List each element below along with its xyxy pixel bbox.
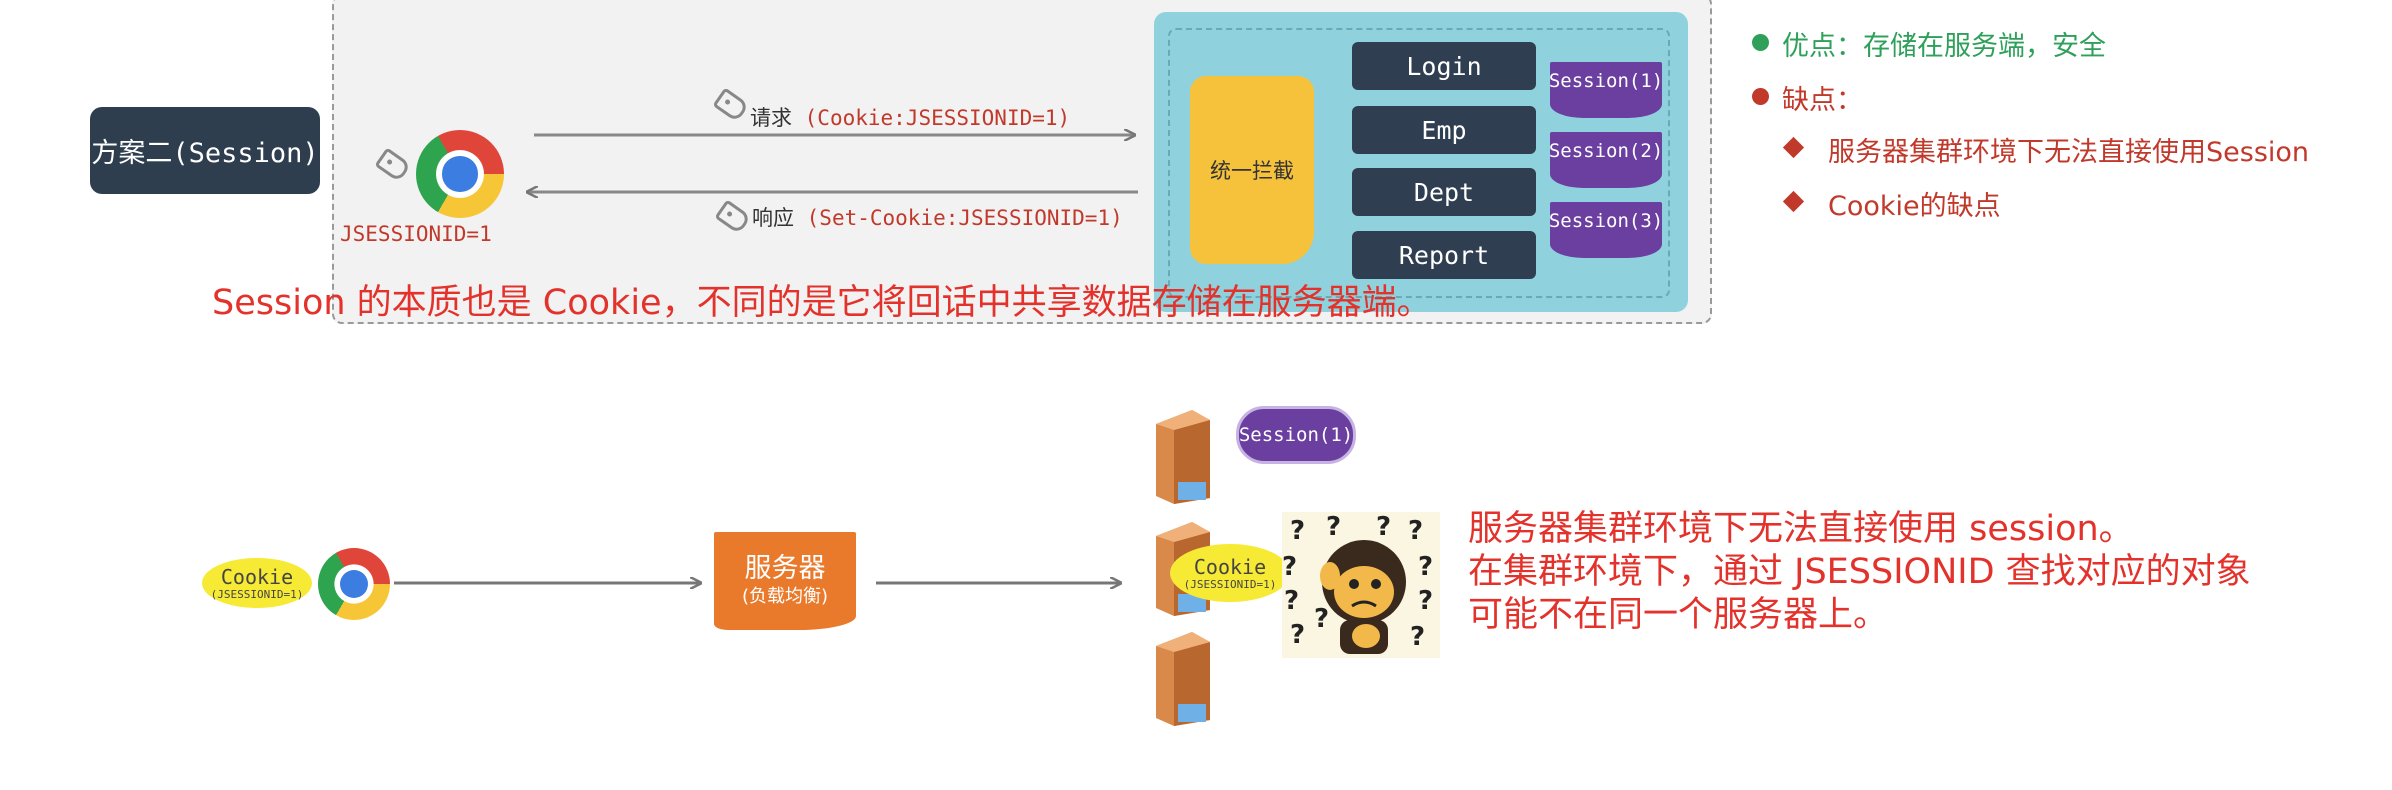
session-store-1: Session(1) [1549,62,1663,118]
service-emp: Emp [1352,106,1536,154]
question-mark: ? [1410,622,1426,652]
cluster-note: 服务器集群环境下无法直接使用 session。 在集群环境下，通过 JSESSI… [1468,508,2251,637]
load-balancer-title: 服务器 [744,553,826,584]
cookie-bubble-title: Cookie [220,564,294,589]
question-mark: ? [1326,512,1342,542]
session-caption: Session 的本质也是 Cookie，不同的是它将回话中共享数据存储在服务器… [212,283,1432,323]
client-cookie-bubble: Cookie (JSESSIONID=1) [202,558,312,608]
question-mark: ? [1290,516,1306,546]
cons-title: 缺点： [1782,85,1863,116]
session-store-2: Session(2) [1549,132,1663,188]
pros-bullet [1752,34,1769,51]
cluster-session-pill: Session(1) [1236,406,1356,464]
server-icon [1156,410,1210,504]
server-icon [1156,632,1210,726]
question-mark: ? [1284,586,1300,616]
request-label-cn: 请求 [750,106,792,130]
response-label-cn: 响应 [752,206,794,230]
question-mark: ? [1314,604,1330,634]
cluster-note-line-1: 服务器集群环境下无法直接使用 session。 [1468,509,2134,549]
session-store-3: Session(3) [1549,202,1663,258]
service-dept: Dept [1352,168,1536,216]
cluster-cookie-bubble: Cookie (JSESSIONID=1) [1170,544,1290,602]
cluster-note-line-2: 在集群环境下，通过 JSESSIONID 查找对应的对象 [1468,552,2251,592]
service-report: Report [1352,231,1536,279]
chrome-browser-icon [318,548,390,620]
question-mark: ? [1282,552,1298,582]
request-label: 请求 (Cookie:JSESSIONID=1) [750,102,1070,132]
question-mark: ? [1408,516,1424,546]
cons-item-1: 服务器集群环境下无法直接使用Session [1828,137,2310,168]
load-balancer-box: 服务器 (负载均衡) [714,532,856,630]
question-mark: ? [1376,512,1392,542]
pros-text: 优点：存储在服务端，安全 [1782,31,2106,62]
cookie-bubble-sub: (JSESSIONID=1) [210,587,304,601]
question-mark: ? [1290,620,1306,650]
question-mark: ? [1418,552,1434,582]
confused-monkey-illustration: ? ? ? ? ? ? ? ? ? ? ? [1282,512,1440,658]
cons-item-2: Cookie的缺点 [1828,191,2001,222]
cons-bullet [1752,88,1769,105]
interceptor-box: 统一拦截 [1190,76,1314,264]
request-label-code: (Cookie:JSESSIONID=1) [804,106,1071,130]
question-mark: ? [1418,586,1434,616]
response-label-code: (Set-Cookie:JSESSIONID=1) [806,206,1123,230]
cluster-note-line-3: 可能不在同一个服务器上。 [1468,595,1889,635]
load-balancer-sub: (负载均衡) [741,586,829,607]
cookie-bubble-sub: (JSESSIONID=1) [1183,577,1277,591]
cookie-bubble-title: Cookie [1193,554,1267,579]
response-label: 响应 (Set-Cookie:JSESSIONID=1) [752,202,1123,232]
service-login: Login [1352,42,1536,90]
